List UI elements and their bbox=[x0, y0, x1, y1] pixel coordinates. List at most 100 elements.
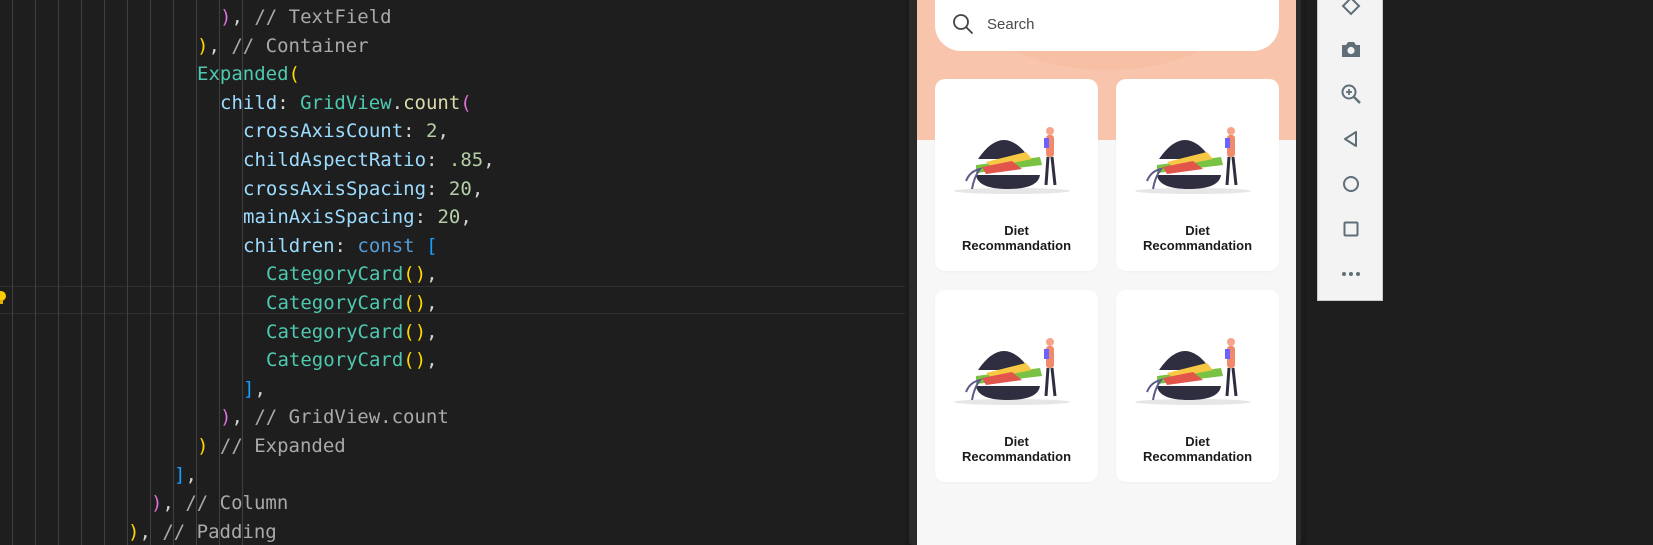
code-token: childAspectRatio bbox=[243, 149, 427, 171]
code-token: 20 bbox=[448, 177, 472, 200]
zoom-icon[interactable] bbox=[1339, 82, 1363, 106]
camera-icon[interactable] bbox=[1339, 37, 1363, 61]
code-line: ), // TextField bbox=[220, 3, 392, 31]
category-card-label: Diet Recommandation bbox=[935, 223, 1098, 253]
current-line-highlight bbox=[0, 286, 905, 314]
code-token: 2 bbox=[426, 120, 438, 143]
code-line: ), // Container bbox=[197, 32, 369, 60]
code-line: ), // Padding bbox=[128, 518, 277, 545]
category-card-subtitle: Recommandation bbox=[961, 449, 1072, 464]
category-card-subtitle: Recommandation bbox=[961, 238, 1072, 253]
category-card-title: Diet bbox=[1004, 434, 1029, 449]
app-screen: Search Diet Recommandation Diet Recommanda… bbox=[917, 0, 1296, 545]
indent-guide bbox=[127, 0, 128, 545]
code-token: , bbox=[426, 263, 438, 286]
code-token: : bbox=[426, 149, 449, 171]
code-token: , bbox=[426, 320, 438, 343]
indent-guide bbox=[104, 0, 105, 545]
category-card-title: Diet bbox=[1004, 223, 1029, 238]
code-token: mainAxisSpacing bbox=[243, 206, 415, 229]
code-token: () bbox=[403, 320, 427, 343]
home-icon[interactable] bbox=[1339, 172, 1363, 196]
code-line: crossAxisSpacing: 20, bbox=[243, 175, 483, 203]
code-token: () bbox=[403, 263, 427, 286]
category-card[interactable]: Diet Recommandation bbox=[1116, 290, 1279, 482]
indent-guide bbox=[35, 0, 36, 545]
code-token: . bbox=[391, 91, 404, 114]
code-token: const bbox=[357, 234, 415, 257]
code-token: .85 bbox=[448, 149, 484, 171]
code-line: mainAxisSpacing: 20, bbox=[243, 203, 472, 231]
code-token: ( bbox=[460, 91, 472, 114]
emulator-toolbar bbox=[1317, 0, 1383, 301]
burger-illustration-icon bbox=[1135, 127, 1251, 194]
overview-icon[interactable] bbox=[1339, 217, 1363, 241]
code-line: childAspectRatio: .85, bbox=[243, 146, 495, 174]
category-card-subtitle: Recommandation bbox=[1142, 449, 1253, 464]
editor-right-area bbox=[1383, 0, 1653, 545]
code-editor[interactable]: ), // TextField), // Container Expanded(c… bbox=[0, 0, 905, 545]
indent-guide bbox=[150, 0, 151, 545]
code-token: , bbox=[208, 34, 232, 57]
more-icon[interactable] bbox=[1339, 262, 1363, 286]
category-card[interactable]: Diet Recommandation bbox=[935, 79, 1098, 271]
code-line: ), // GridView.count bbox=[220, 403, 449, 431]
code-token: CategoryCard bbox=[266, 349, 404, 372]
lightbulb-icon[interactable] bbox=[0, 290, 8, 306]
code-token: : bbox=[277, 91, 301, 114]
code-token: , bbox=[162, 492, 186, 515]
code-token: GridView bbox=[300, 91, 392, 114]
category-card-label: Diet Recommandation bbox=[1116, 434, 1279, 464]
code-line: ], bbox=[174, 461, 197, 489]
category-card-title: Diet bbox=[1185, 223, 1210, 238]
code-token: Expanded bbox=[197, 63, 289, 86]
search-icon bbox=[953, 14, 973, 34]
code-token: : bbox=[414, 206, 438, 229]
back-icon[interactable] bbox=[1339, 127, 1363, 151]
code-token: () bbox=[403, 349, 427, 372]
code-token: // Expanded bbox=[219, 435, 346, 457]
code-token: ( bbox=[288, 63, 300, 86]
code-token: ] bbox=[243, 377, 255, 400]
code-token: child bbox=[220, 91, 278, 114]
code-token: ) bbox=[151, 492, 163, 515]
code-token: ) bbox=[197, 34, 209, 57]
code-line: CategoryCard(), bbox=[266, 346, 438, 374]
indent-guide bbox=[12, 0, 13, 545]
code-line: CategoryCard(), bbox=[266, 289, 438, 317]
code-token: : bbox=[403, 120, 427, 143]
code-token: ) bbox=[220, 406, 232, 429]
category-card[interactable]: Diet Recommandation bbox=[935, 290, 1098, 482]
code-token: children bbox=[243, 234, 335, 257]
code-token: ) bbox=[197, 435, 209, 457]
code-token: , bbox=[231, 6, 255, 28]
code-token: crossAxisCount bbox=[243, 120, 404, 143]
code-token: , bbox=[426, 349, 438, 372]
search-bar[interactable]: Search bbox=[935, 0, 1279, 51]
code-line: CategoryCard(), bbox=[266, 318, 438, 346]
code-token: , bbox=[185, 463, 197, 486]
code-token: , bbox=[483, 149, 495, 171]
code-line: ], bbox=[243, 375, 266, 403]
code-token: count bbox=[403, 91, 461, 114]
code-token: : bbox=[334, 234, 358, 257]
code-line: child: GridView.count( bbox=[220, 89, 472, 117]
rotate-icon[interactable] bbox=[1339, 0, 1363, 18]
code-token: // TextField bbox=[254, 6, 392, 28]
code-token: , bbox=[426, 292, 438, 314]
code-token: crossAxisSpacing bbox=[243, 177, 427, 200]
category-card-label: Diet Recommandation bbox=[1116, 223, 1279, 253]
code-token: ) bbox=[220, 6, 232, 28]
code-token: // Container bbox=[231, 34, 369, 57]
burger-illustration-icon bbox=[954, 127, 1070, 194]
code-line: Expanded( bbox=[197, 60, 300, 88]
code-line: ), // Column bbox=[151, 489, 288, 517]
code-token: CategoryCard bbox=[266, 292, 404, 314]
category-card-title: Diet bbox=[1185, 434, 1210, 449]
code-token: [ bbox=[426, 234, 438, 257]
category-card-subtitle: Recommandation bbox=[1142, 238, 1253, 253]
search-placeholder: Search bbox=[987, 16, 1035, 33]
category-card[interactable]: Diet Recommandation bbox=[1116, 79, 1279, 271]
code-line: ) // Expanded bbox=[197, 432, 346, 460]
